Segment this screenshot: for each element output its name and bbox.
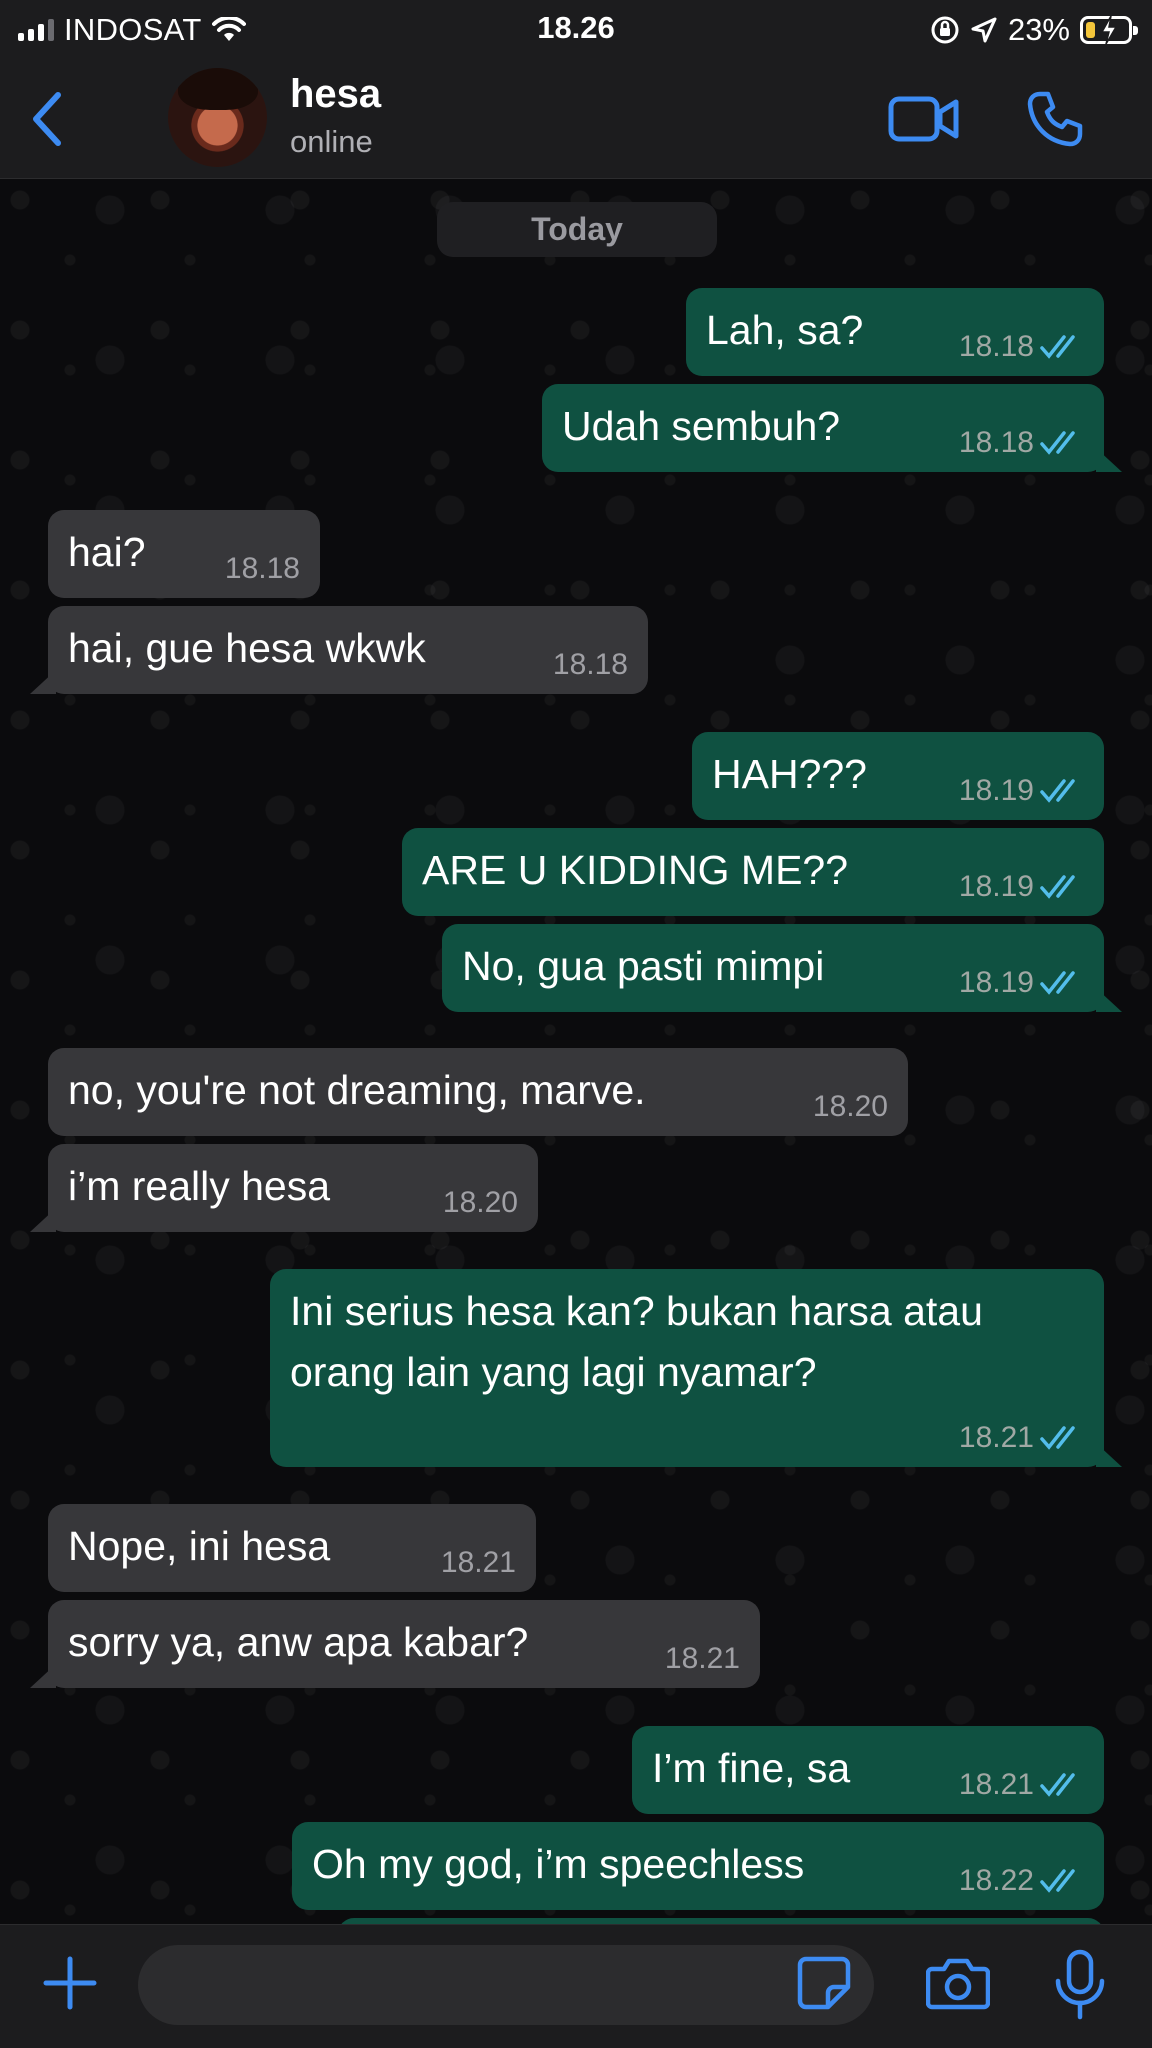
voice-call-button[interactable]	[1026, 86, 1086, 152]
battery-icon	[1080, 15, 1138, 45]
message-text: no, you're not dreaming, marve.	[68, 1067, 646, 1113]
double-check-icon	[1040, 1773, 1075, 1797]
bubble-tail	[1096, 448, 1122, 472]
message-meta: 18.18	[959, 428, 1084, 458]
message-time: 18.18	[958, 330, 1034, 363]
message-time: 18.21	[958, 1768, 1034, 1801]
avatar[interactable]	[168, 68, 267, 167]
voice-note-button[interactable]	[1052, 1949, 1108, 2021]
bubble-tail	[1096, 988, 1122, 1012]
chat-area[interactable]: Today Lah, sa? 18.18 Udah sembuh? 18.18 …	[0, 180, 1152, 1924]
bubble-tail	[30, 1664, 56, 1688]
date-divider: Today	[437, 202, 717, 257]
message-meta: 18.21	[959, 1423, 1084, 1453]
message-bubble-outgoing[interactable]: I’m fine, sa 18.21	[632, 1726, 1104, 1814]
message-time: 18.21	[958, 1421, 1034, 1454]
message-time: 18.21	[664, 1642, 740, 1675]
message-text: i’m really hesa	[68, 1163, 331, 1209]
message-meta: 18.18	[959, 332, 1084, 362]
double-check-icon	[1040, 1426, 1075, 1450]
message-time: 18.18	[552, 648, 628, 681]
plus-icon	[43, 1956, 97, 2010]
message-time: 18.22	[958, 1864, 1034, 1897]
message-time: 18.20	[812, 1090, 888, 1123]
message-meta: 18.21	[665, 1644, 740, 1674]
orientation-lock-icon	[931, 16, 959, 44]
message-bubble-outgoing[interactable]: ARE U KIDDING ME?? 18.19	[402, 828, 1104, 916]
message-text: Ini serius hesa kan? bukan harsa atau or…	[290, 1288, 983, 1395]
message-meta: 18.18	[553, 650, 628, 680]
message-meta: 18.19	[959, 872, 1084, 902]
message-text: HAH???	[712, 751, 867, 797]
message-bubble-incoming[interactable]: hai, gue hesa wkwk 18.18	[30, 606, 648, 694]
double-check-icon	[1040, 779, 1075, 803]
message-meta: 18.19	[959, 776, 1084, 806]
attach-button[interactable]	[40, 1953, 100, 2013]
battery-percent: 23%	[1007, 12, 1070, 47]
message-text: Oh my god, i’m speechless	[312, 1841, 805, 1887]
double-check-icon	[1040, 1869, 1075, 1893]
sticker-button[interactable]	[796, 1955, 856, 2015]
camera-button[interactable]	[925, 1955, 991, 2015]
message-time: 18.19	[958, 966, 1034, 999]
message-bubble-outgoing[interactable]: Ini serius hesa kan? bukan harsa atau or…	[270, 1269, 1122, 1467]
message-meta: 18.21	[441, 1548, 516, 1578]
message-meta: 18.19	[959, 968, 1084, 998]
message-text: Lah, sa?	[706, 307, 864, 353]
double-check-icon	[1040, 875, 1075, 899]
message-text: No, gua pasti mimpi	[462, 943, 825, 989]
message-time: 18.19	[958, 774, 1034, 807]
back-button[interactable]	[28, 88, 78, 150]
message-bubble-incoming[interactable]: hai? 18.18	[48, 510, 320, 598]
message-bubble-outgoing[interactable]: Oh my god, i’m speechless 18.22	[292, 1822, 1104, 1910]
contact-status: online	[290, 124, 373, 159]
video-camera-icon	[888, 96, 959, 142]
message-text: Nope, ini hesa	[68, 1523, 331, 1569]
message-time: 18.19	[958, 870, 1034, 903]
video-call-button[interactable]	[888, 86, 960, 152]
message-input[interactable]	[138, 1945, 874, 2025]
message-text: hai?	[68, 529, 146, 575]
message-input-bar	[0, 1924, 1152, 2048]
status-bar: INDOSAT 18.26 23%	[0, 0, 1152, 60]
message-time: 18.21	[440, 1546, 516, 1579]
status-right: 23%	[930, 10, 1138, 50]
message-meta: 18.21	[959, 1770, 1084, 1800]
message-bubble-outgoing[interactable]: Udah sembuh? 18.18	[542, 384, 1122, 472]
message-bubble-incoming[interactable]: sorry ya, anw apa kabar? 18.21	[30, 1600, 760, 1688]
message-meta: 18.20	[443, 1188, 518, 1218]
chat-header: hesa online	[0, 60, 1152, 179]
message-meta: 18.20	[813, 1092, 888, 1122]
location-icon	[971, 17, 997, 43]
message-bubble-outgoing[interactable]: HAH??? 18.19	[692, 732, 1104, 820]
double-check-icon	[1040, 335, 1075, 359]
bubble-tail	[30, 670, 56, 694]
camera-icon	[925, 1958, 991, 2010]
message-bubble-incoming[interactable]: Nope, ini hesa 18.21	[48, 1504, 536, 1592]
sticker-icon	[797, 1956, 851, 2010]
message-text: sorry ya, anw apa kabar?	[68, 1619, 529, 1665]
message-meta: 18.22	[959, 1866, 1084, 1896]
message-meta: 18.18	[225, 554, 300, 584]
message-text: Udah sembuh?	[562, 403, 841, 449]
double-check-icon	[1040, 971, 1075, 995]
double-check-icon	[1040, 431, 1075, 455]
chevron-left-icon	[33, 92, 61, 146]
bubble-tail	[30, 1208, 56, 1232]
message-bubble-outgoing[interactable]: No, gua pasti mimpi 18.19	[442, 924, 1122, 1012]
message-text: I’m fine, sa	[652, 1745, 851, 1791]
message-time: 18.18	[958, 426, 1034, 459]
microphone-icon	[1055, 1949, 1105, 2020]
message-bubble-incoming[interactable]: no, you're not dreaming, marve. 18.20	[48, 1048, 908, 1136]
contact-name[interactable]: hesa	[290, 72, 381, 117]
message-bubble-incoming[interactable]: i’m really hesa 18.20	[30, 1144, 538, 1232]
message-text: ARE U KIDDING ME??	[422, 847, 849, 893]
message-text: hai, gue hesa wkwk	[68, 625, 426, 671]
message-time: 18.18	[224, 552, 300, 585]
phone-icon	[1027, 91, 1083, 147]
message-time: 18.20	[442, 1186, 518, 1219]
bubble-tail	[1096, 1443, 1122, 1467]
message-bubble-outgoing[interactable]: Lah, sa? 18.18	[686, 288, 1104, 376]
